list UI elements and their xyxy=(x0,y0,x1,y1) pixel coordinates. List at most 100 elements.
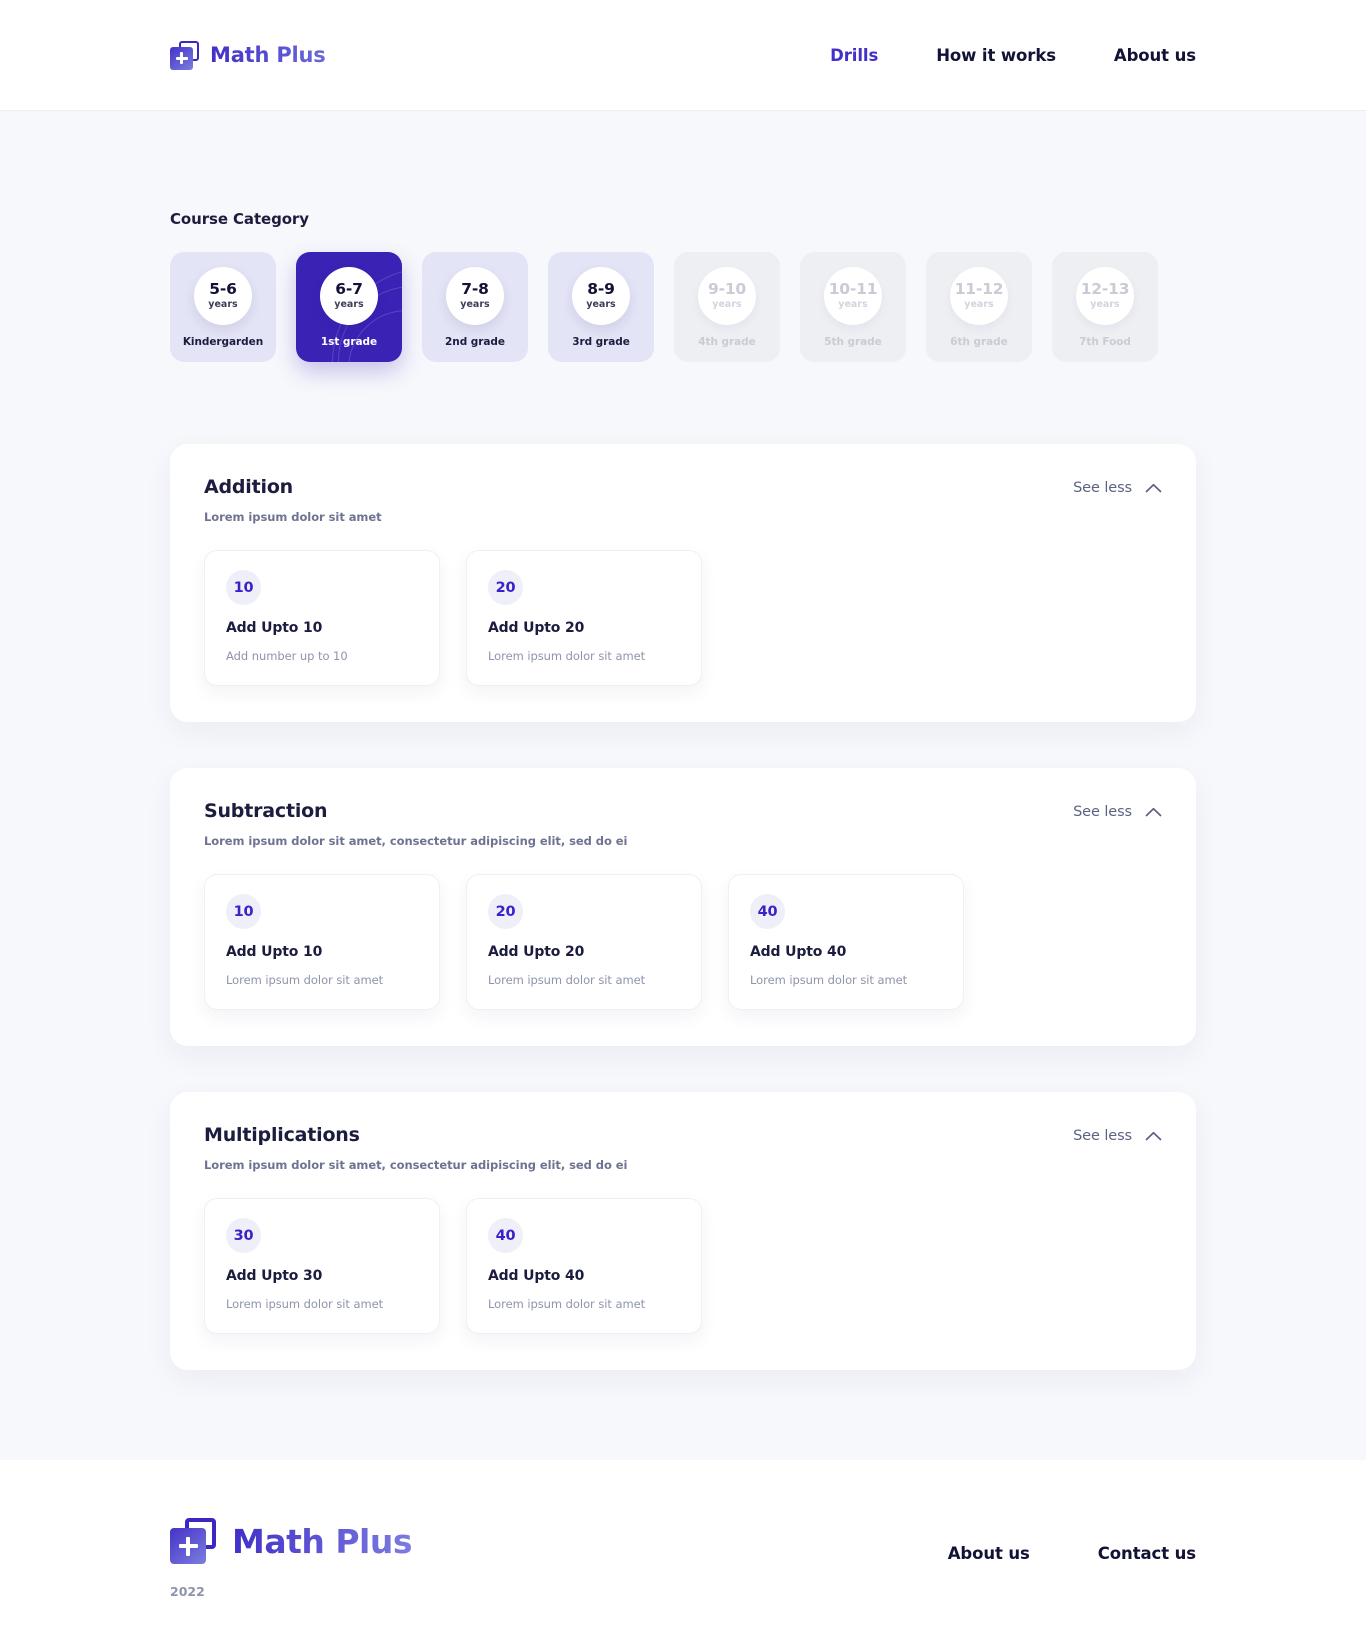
age-range: 12-13 xyxy=(1080,279,1130,298)
category-grid: 5-6 years Kindergarden 6-7 years 1st grade 7-8… xyxy=(170,252,1196,362)
age-range: 9-10 xyxy=(708,279,746,298)
nav-link-drills[interactable]: Drills xyxy=(830,46,878,65)
section-subtitle: Lorem ipsum dolor sit amet, consectetur … xyxy=(204,834,628,848)
nav-link-how-it-works[interactable]: How it works xyxy=(936,46,1056,65)
footer-brand-logo[interactable]: Math Plus xyxy=(170,1518,413,1564)
section-subtitle: Lorem ipsum dolor sit amet, consectetur … xyxy=(204,1158,628,1172)
section-header: Multiplications Lorem ipsum dolor sit ame… xyxy=(204,1124,1162,1172)
drill-number-badge: 10 xyxy=(226,894,261,929)
age-unit: years xyxy=(838,299,868,310)
age-bubble: 12-13 years xyxy=(1076,266,1134,325)
see-less-label: See less xyxy=(1073,803,1132,820)
age-bubble: 8-9 years xyxy=(572,266,630,325)
drill-description: Lorem ipsum dolor sit amet xyxy=(226,973,384,987)
footer-nav: About us Contact us xyxy=(948,1518,1196,1563)
age-bubble: 11-12 years xyxy=(950,266,1008,325)
age-range: 6-7 xyxy=(335,279,363,298)
grade-name: 2nd grade xyxy=(445,335,505,348)
drill-name: Add Upto 10 xyxy=(226,620,323,636)
drill-section-multiplications: Multiplications Lorem ipsum dolor sit ame… xyxy=(170,1092,1196,1370)
age-unit: years xyxy=(460,299,490,310)
drill-card-add-upto-10[interactable]: 10 Add Upto 10 Lorem ipsum dolor sit amet xyxy=(204,874,440,1010)
drill-card-add-upto-10[interactable]: 10 Add Upto 10 Add number up to 10 xyxy=(204,550,440,686)
drill-name: Add Upto 40 xyxy=(488,1268,585,1284)
drill-card-list: 30 Add Upto 30 Lorem ipsum dolor sit amet 4… xyxy=(204,1198,1162,1334)
chevron-up-icon xyxy=(1145,478,1162,497)
chevron-up-icon xyxy=(1145,802,1162,821)
plus-square-icon xyxy=(170,40,199,70)
drill-description: Lorem ipsum dolor sit amet xyxy=(750,973,908,987)
age-range: 11-12 xyxy=(954,279,1004,298)
chevron-up-icon xyxy=(1145,1126,1162,1145)
age-unit: years xyxy=(964,299,994,310)
section-title: Multiplications xyxy=(204,1124,360,1146)
category-card-5th-grade: 10-11 years 5th grade xyxy=(800,252,906,362)
drill-number-badge: 20 xyxy=(488,570,523,605)
age-range: 7-8 xyxy=(461,279,489,298)
section-header: Addition Lorem ipsum dolor sit amet See le… xyxy=(204,476,1162,524)
section-subtitle: Lorem ipsum dolor sit amet xyxy=(204,510,382,524)
category-card-4th-grade: 9-10 years 4th grade xyxy=(674,252,780,362)
drill-number-badge: 40 xyxy=(488,1218,523,1253)
brand-logo[interactable]: Math Plus xyxy=(170,40,326,70)
category-card-kindergarden[interactable]: 5-6 years Kindergarden xyxy=(170,252,276,362)
drill-name: Add Upto 10 xyxy=(226,944,323,960)
site-footer: Math Plus 2022 About us Contact us xyxy=(0,1460,1366,1639)
age-unit: years xyxy=(1090,299,1120,310)
footer-brand-name: Math Plus xyxy=(232,1521,413,1561)
section-heading-group: Subtraction Lorem ipsum dolor sit amet, c… xyxy=(204,800,627,848)
see-less-toggle[interactable]: See less xyxy=(1073,800,1162,821)
main-nav: Drills How it works About us xyxy=(830,46,1196,65)
grade-name: 4th grade xyxy=(698,335,756,348)
drill-description: Lorem ipsum dolor sit amet xyxy=(488,649,646,663)
drill-card-add-upto-30[interactable]: 30 Add Upto 30 Lorem ipsum dolor sit amet xyxy=(204,1198,440,1334)
age-range: 8-9 xyxy=(587,279,615,298)
drill-section-subtraction: Subtraction Lorem ipsum dolor sit amet, c… xyxy=(170,768,1196,1046)
category-card-2nd-grade[interactable]: 7-8 years 2nd grade xyxy=(422,252,528,362)
section-header: Subtraction Lorem ipsum dolor sit amet, c… xyxy=(204,800,1162,848)
grade-name: 3rd grade xyxy=(572,335,630,348)
footer-link-about-us[interactable]: About us xyxy=(948,1544,1030,1563)
drill-number-badge: 30 xyxy=(226,1218,261,1253)
see-less-toggle[interactable]: See less xyxy=(1073,1124,1162,1145)
age-unit: years xyxy=(208,299,238,310)
drill-section-addition: Addition Lorem ipsum dolor sit amet See le… xyxy=(170,444,1196,722)
age-unit: years xyxy=(334,299,364,310)
category-card-1st-grade[interactable]: 6-7 years 1st grade xyxy=(296,252,402,362)
course-category-label: Course Category xyxy=(170,210,309,228)
drill-name: Add Upto 20 xyxy=(488,620,585,636)
age-bubble: 7-8 years xyxy=(446,266,504,325)
drill-number-badge: 10 xyxy=(226,570,261,605)
grade-name: 5th grade xyxy=(824,335,882,348)
drill-description: Lorem ipsum dolor sit amet xyxy=(488,973,646,987)
footer-link-contact-us[interactable]: Contact us xyxy=(1098,1544,1196,1563)
page-content: Course Category 5-6 years Kindergarden 6-7 y… xyxy=(0,110,1366,1460)
site-header: Math Plus Drills How it works About us xyxy=(0,0,1366,110)
grade-name: 1st grade xyxy=(320,335,378,348)
see-less-toggle[interactable]: See less xyxy=(1073,476,1162,497)
age-range: 10-11 xyxy=(828,279,878,298)
category-card-3rd-grade[interactable]: 8-9 years 3rd grade xyxy=(548,252,654,362)
age-bubble: 5-6 years xyxy=(194,266,252,325)
age-unit: years xyxy=(586,299,616,310)
plus-square-icon xyxy=(170,1518,216,1564)
brand-name: Math Plus xyxy=(210,43,326,67)
see-less-label: See less xyxy=(1073,1127,1132,1144)
section-heading-group: Addition Lorem ipsum dolor sit amet xyxy=(204,476,382,524)
drill-card-add-upto-40[interactable]: 40 Add Upto 40 Lorem ipsum dolor sit amet xyxy=(466,1198,702,1334)
drill-card-add-upto-20[interactable]: 20 Add Upto 20 Lorem ipsum dolor sit amet xyxy=(466,550,702,686)
drill-card-add-upto-20[interactable]: 20 Add Upto 20 Lorem ipsum dolor sit amet xyxy=(466,874,702,1010)
drill-name: Add Upto 30 xyxy=(226,1268,323,1284)
nav-link-about-us[interactable]: About us xyxy=(1114,46,1196,65)
grade-name: 7th Food xyxy=(1079,335,1131,348)
drill-number-badge: 20 xyxy=(488,894,523,929)
section-heading-group: Multiplications Lorem ipsum dolor sit ame… xyxy=(204,1124,627,1172)
category-card-7th-food: 12-13 years 7th Food xyxy=(1052,252,1158,362)
age-unit: years xyxy=(712,299,742,310)
age-range: 5-6 xyxy=(209,279,237,298)
section-title: Addition xyxy=(204,476,293,498)
age-bubble: 10-11 years xyxy=(824,266,882,325)
drill-card-add-upto-40[interactable]: 40 Add Upto 40 Lorem ipsum dolor sit amet xyxy=(728,874,964,1010)
grade-name: 6th grade xyxy=(950,335,1008,348)
category-card-6th-grade: 11-12 years 6th grade xyxy=(926,252,1032,362)
